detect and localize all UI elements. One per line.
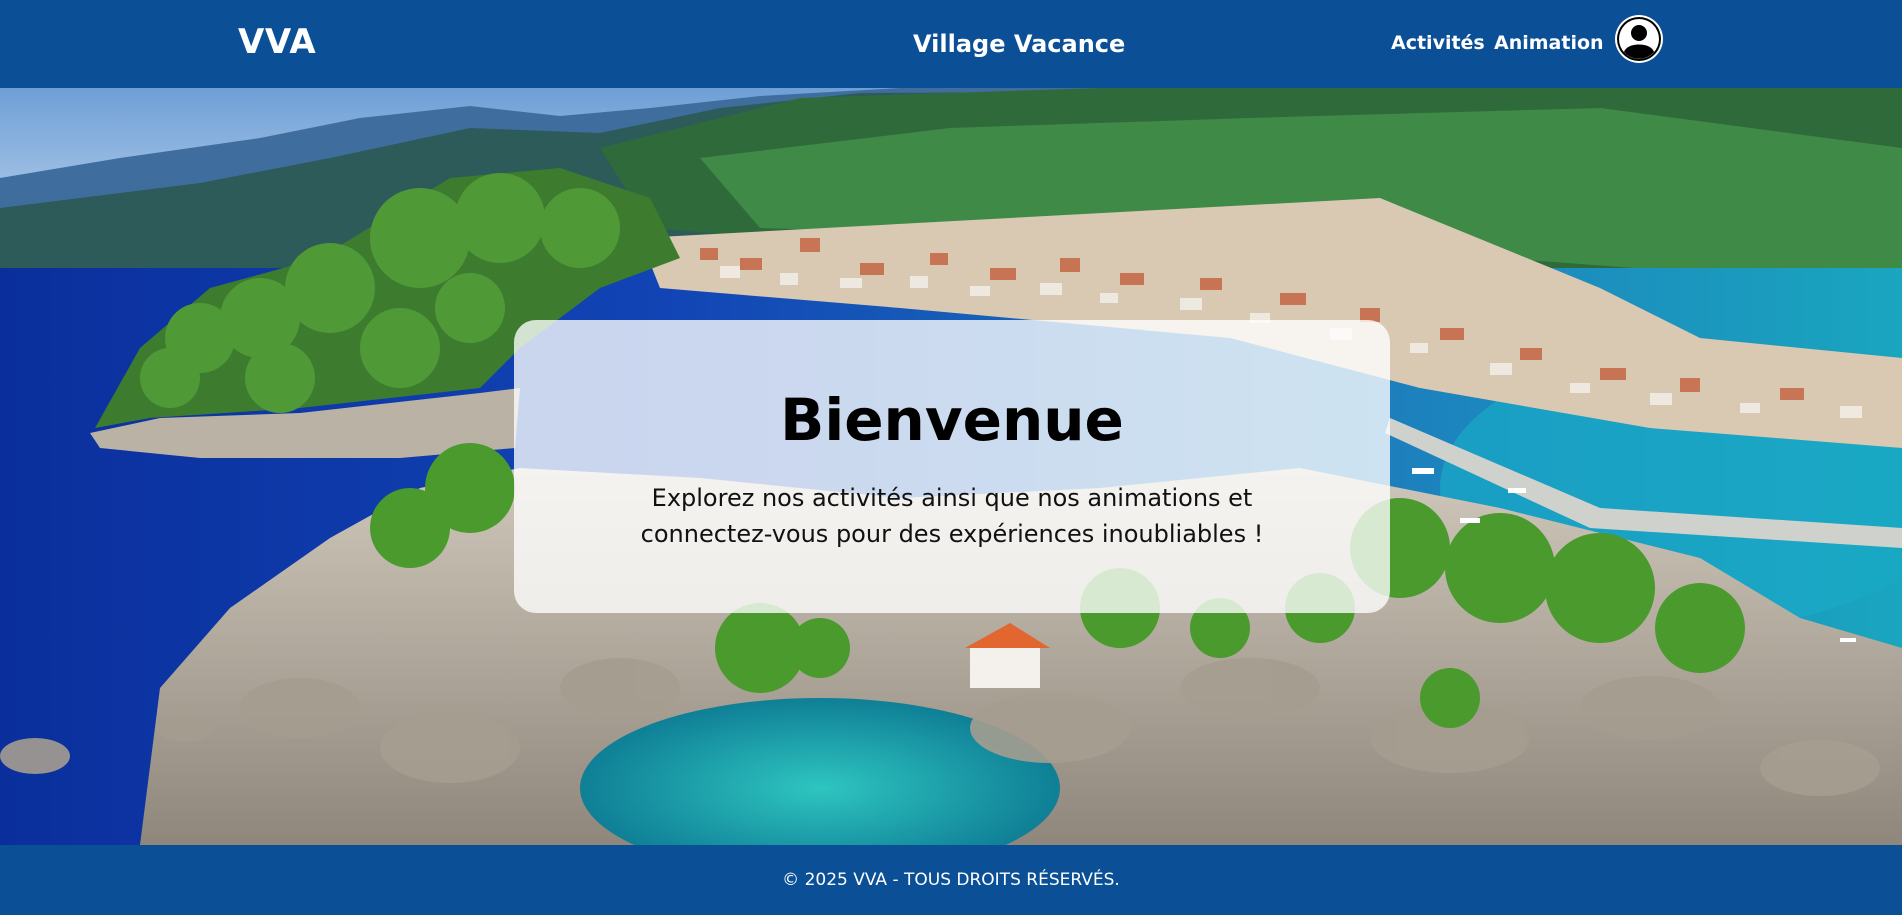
nav-link-animation[interactable]: Animation <box>1494 32 1604 54</box>
welcome-card: Bienvenue Explorez nos activités ainsi q… <box>514 320 1390 613</box>
copyright-text: © 2025 VVA - TOUS DROITS RÉSERVÉS. <box>782 870 1120 890</box>
site-logo[interactable]: VVA <box>238 22 316 62</box>
site-title: Village Vacance <box>913 30 1126 58</box>
profile-button[interactable] <box>1614 14 1664 64</box>
welcome-text: Explorez nos activités ainsi que nos ani… <box>640 484 1264 548</box>
welcome-title: Bienvenue <box>780 386 1124 454</box>
user-avatar-icon <box>1615 15 1663 63</box>
hero-section: Bienvenue Explorez nos activités ainsi q… <box>0 88 1902 845</box>
nav-link-activites[interactable]: Activités <box>1391 32 1485 54</box>
site-header: VVA Village Vacance Activités Animation <box>0 0 1902 88</box>
site-footer: © 2025 VVA - TOUS DROITS RÉSERVÉS. <box>0 845 1902 915</box>
